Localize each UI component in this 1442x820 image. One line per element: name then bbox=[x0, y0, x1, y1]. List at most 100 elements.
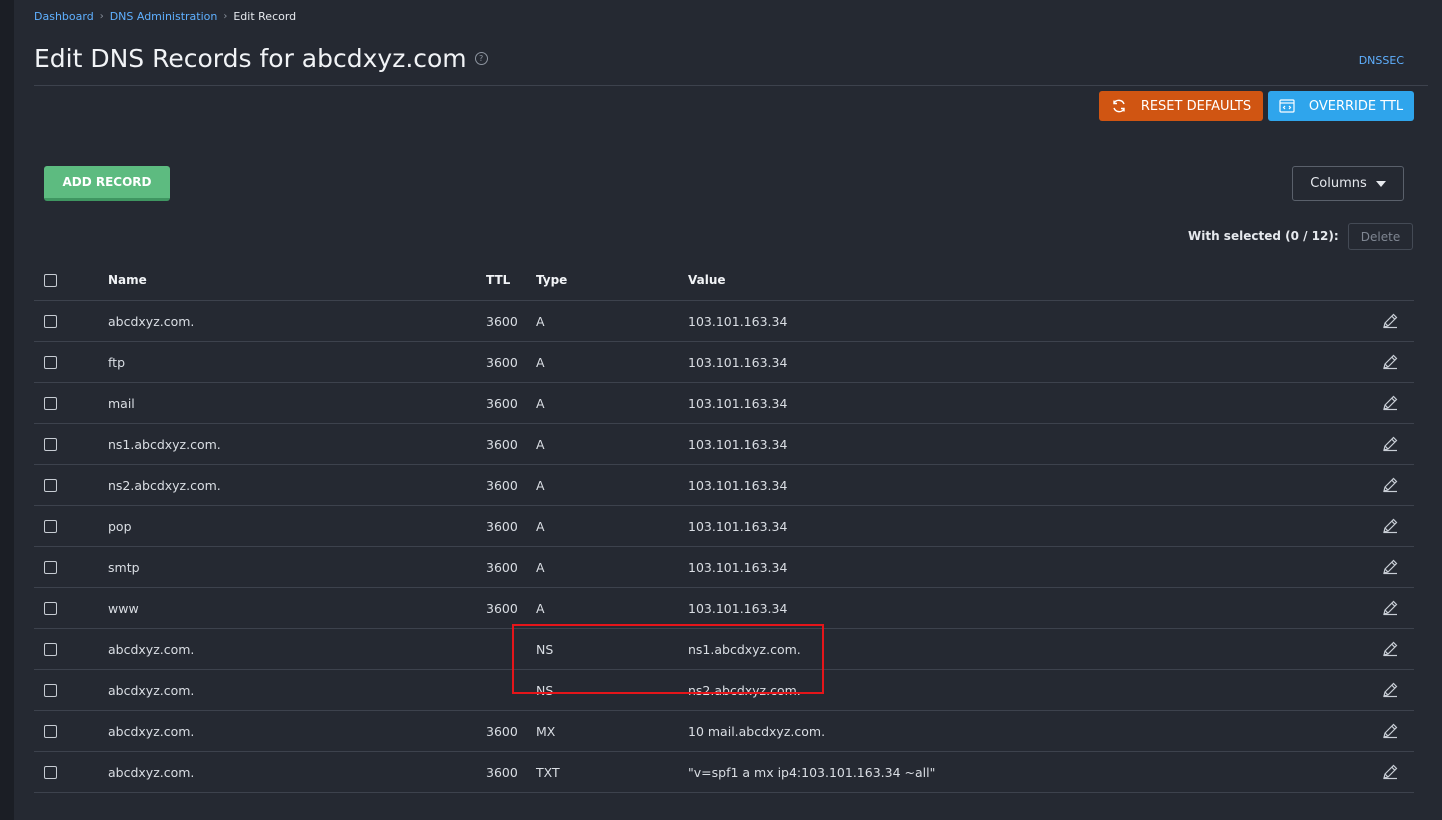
table-row: abcdxyz.com. NS ns2.abcdxyz.com. bbox=[34, 670, 1414, 711]
table-row: smtp 3600 A 103.101.163.34 bbox=[34, 547, 1414, 588]
record-type: A bbox=[536, 518, 545, 534]
row-checkbox[interactable] bbox=[44, 765, 57, 779]
record-value: 103.101.163.34 bbox=[688, 436, 788, 452]
record-value: 103.101.163.34 bbox=[688, 354, 788, 370]
table-header: Name TTL Type Value bbox=[34, 260, 1414, 301]
row-checkbox[interactable] bbox=[44, 683, 57, 697]
record-ttl: 3600 bbox=[486, 559, 518, 575]
record-type: A bbox=[536, 559, 545, 575]
record-name: abcdxyz.com. bbox=[108, 764, 195, 780]
record-value: ns1.abcdxyz.com. bbox=[688, 641, 801, 657]
reset-defaults-button[interactable]: RESET DEFAULTS bbox=[1099, 91, 1263, 121]
table-row: www 3600 A 103.101.163.34 bbox=[34, 588, 1414, 629]
edit-pencil-icon[interactable] bbox=[1380, 352, 1400, 372]
record-ttl: 3600 bbox=[486, 354, 518, 370]
record-name: smtp bbox=[108, 559, 140, 575]
record-name: abcdxyz.com. bbox=[108, 682, 195, 698]
record-type: MX bbox=[536, 723, 556, 739]
record-type: NS bbox=[536, 641, 554, 657]
record-value: 103.101.163.34 bbox=[688, 477, 788, 493]
row-checkbox[interactable] bbox=[44, 478, 57, 492]
table-row: pop 3600 A 103.101.163.34 bbox=[34, 506, 1414, 547]
edit-pencil-icon[interactable] bbox=[1380, 680, 1400, 700]
record-value: 103.101.163.34 bbox=[688, 559, 788, 575]
record-type: A bbox=[536, 436, 545, 452]
record-ttl: 3600 bbox=[486, 600, 518, 616]
table-row: abcdxyz.com. 3600 A 103.101.163.34 bbox=[34, 301, 1414, 342]
record-name: abcdxyz.com. bbox=[108, 313, 195, 329]
breadcrumb-current: Edit Record bbox=[233, 10, 297, 23]
edit-pencil-icon[interactable] bbox=[1380, 557, 1400, 577]
table-row: ns2.abcdxyz.com. 3600 A 103.101.163.34 bbox=[34, 465, 1414, 506]
record-type: NS bbox=[536, 682, 554, 698]
caret-down-icon bbox=[1375, 180, 1386, 187]
record-ttl: 3600 bbox=[486, 477, 518, 493]
record-value: "v=spf1 a mx ip4:103.101.163.34 ~all" bbox=[688, 764, 936, 780]
select-all-checkbox[interactable] bbox=[44, 273, 57, 287]
dnssec-link[interactable]: DNSSEC bbox=[1359, 54, 1404, 67]
row-checkbox[interactable] bbox=[44, 437, 57, 451]
breadcrumb-separator-icon: › bbox=[223, 11, 228, 22]
record-value: 103.101.163.34 bbox=[688, 395, 788, 411]
table-row: mail 3600 A 103.101.163.34 bbox=[34, 383, 1414, 424]
column-header-value[interactable]: Value bbox=[688, 273, 726, 287]
record-name: abcdxyz.com. bbox=[108, 723, 195, 739]
record-name: ns2.abcdxyz.com. bbox=[108, 477, 221, 493]
add-record-button[interactable]: ADD RECORD bbox=[44, 166, 170, 201]
edit-pencil-icon[interactable] bbox=[1380, 393, 1400, 413]
table-row: ns1.abcdxyz.com. 3600 A 103.101.163.34 bbox=[34, 424, 1414, 465]
row-checkbox[interactable] bbox=[44, 396, 57, 410]
record-ttl: 3600 bbox=[486, 313, 518, 329]
edit-pencil-icon[interactable] bbox=[1380, 598, 1400, 618]
breadcrumb-dns-administration[interactable]: DNS Administration bbox=[110, 10, 218, 23]
column-header-name[interactable]: Name bbox=[108, 273, 147, 287]
table-row: abcdxyz.com. 3600 TXT "v=spf1 a mx ip4:103.… bbox=[34, 752, 1414, 793]
edit-pencil-icon[interactable] bbox=[1380, 516, 1400, 536]
row-checkbox[interactable] bbox=[44, 560, 57, 574]
delete-button[interactable]: Delete bbox=[1348, 223, 1413, 250]
table-row: ftp 3600 A 103.101.163.34 bbox=[34, 342, 1414, 383]
breadcrumb: Dashboard › DNS Administration › Edit Re… bbox=[34, 10, 296, 23]
column-header-type[interactable]: Type bbox=[536, 273, 567, 287]
edit-pencil-icon[interactable] bbox=[1380, 434, 1400, 454]
row-checkbox[interactable] bbox=[44, 724, 57, 738]
row-checkbox[interactable] bbox=[44, 355, 57, 369]
record-name: abcdxyz.com. bbox=[108, 641, 195, 657]
record-value: 103.101.163.34 bbox=[688, 518, 788, 534]
breadcrumb-dashboard[interactable]: Dashboard bbox=[34, 10, 94, 23]
edit-pencil-icon[interactable] bbox=[1380, 311, 1400, 331]
record-ttl: 3600 bbox=[486, 764, 518, 780]
page-title: Edit DNS Records for abcdxyz.com bbox=[34, 44, 467, 73]
code-window-icon bbox=[1279, 99, 1295, 113]
row-checkbox[interactable] bbox=[44, 519, 57, 533]
edit-pencil-icon[interactable] bbox=[1380, 639, 1400, 659]
row-checkbox[interactable] bbox=[44, 314, 57, 328]
columns-label: Columns bbox=[1310, 176, 1367, 191]
edit-pencil-icon[interactable] bbox=[1380, 762, 1400, 782]
override-ttl-button[interactable]: OVERRIDE TTL bbox=[1268, 91, 1414, 121]
record-name: mail bbox=[108, 395, 135, 411]
help-icon[interactable]: ? bbox=[474, 52, 488, 65]
record-type: A bbox=[536, 354, 545, 370]
columns-dropdown[interactable]: Columns bbox=[1292, 166, 1404, 201]
reset-defaults-label: RESET DEFAULTS bbox=[1140, 98, 1252, 114]
record-type: A bbox=[536, 600, 545, 616]
record-name: pop bbox=[108, 518, 132, 534]
record-name: ftp bbox=[108, 354, 126, 370]
row-checkbox[interactable] bbox=[44, 642, 57, 656]
edit-pencil-icon[interactable] bbox=[1380, 721, 1400, 741]
column-header-ttl[interactable]: TTL bbox=[486, 273, 510, 287]
with-selected-label: With selected (0 / 12): bbox=[1188, 229, 1339, 243]
title-row: Edit DNS Records for abcdxyz.com ? bbox=[34, 44, 488, 73]
record-type: A bbox=[536, 477, 545, 493]
edit-pencil-icon[interactable] bbox=[1380, 475, 1400, 495]
record-value: ns2.abcdxyz.com. bbox=[688, 682, 801, 698]
main-panel: Dashboard › DNS Administration › Edit Re… bbox=[14, 0, 1442, 820]
record-type: TXT bbox=[536, 764, 560, 780]
table-row: abcdxyz.com. NS ns1.abcdxyz.com. bbox=[34, 629, 1414, 670]
record-type: A bbox=[536, 395, 545, 411]
record-type: A bbox=[536, 313, 545, 329]
dns-records-table: Name TTL Type Value abcdxyz.com. 3600 A 103… bbox=[34, 260, 1414, 793]
row-checkbox[interactable] bbox=[44, 601, 57, 615]
record-name: www bbox=[108, 600, 139, 616]
